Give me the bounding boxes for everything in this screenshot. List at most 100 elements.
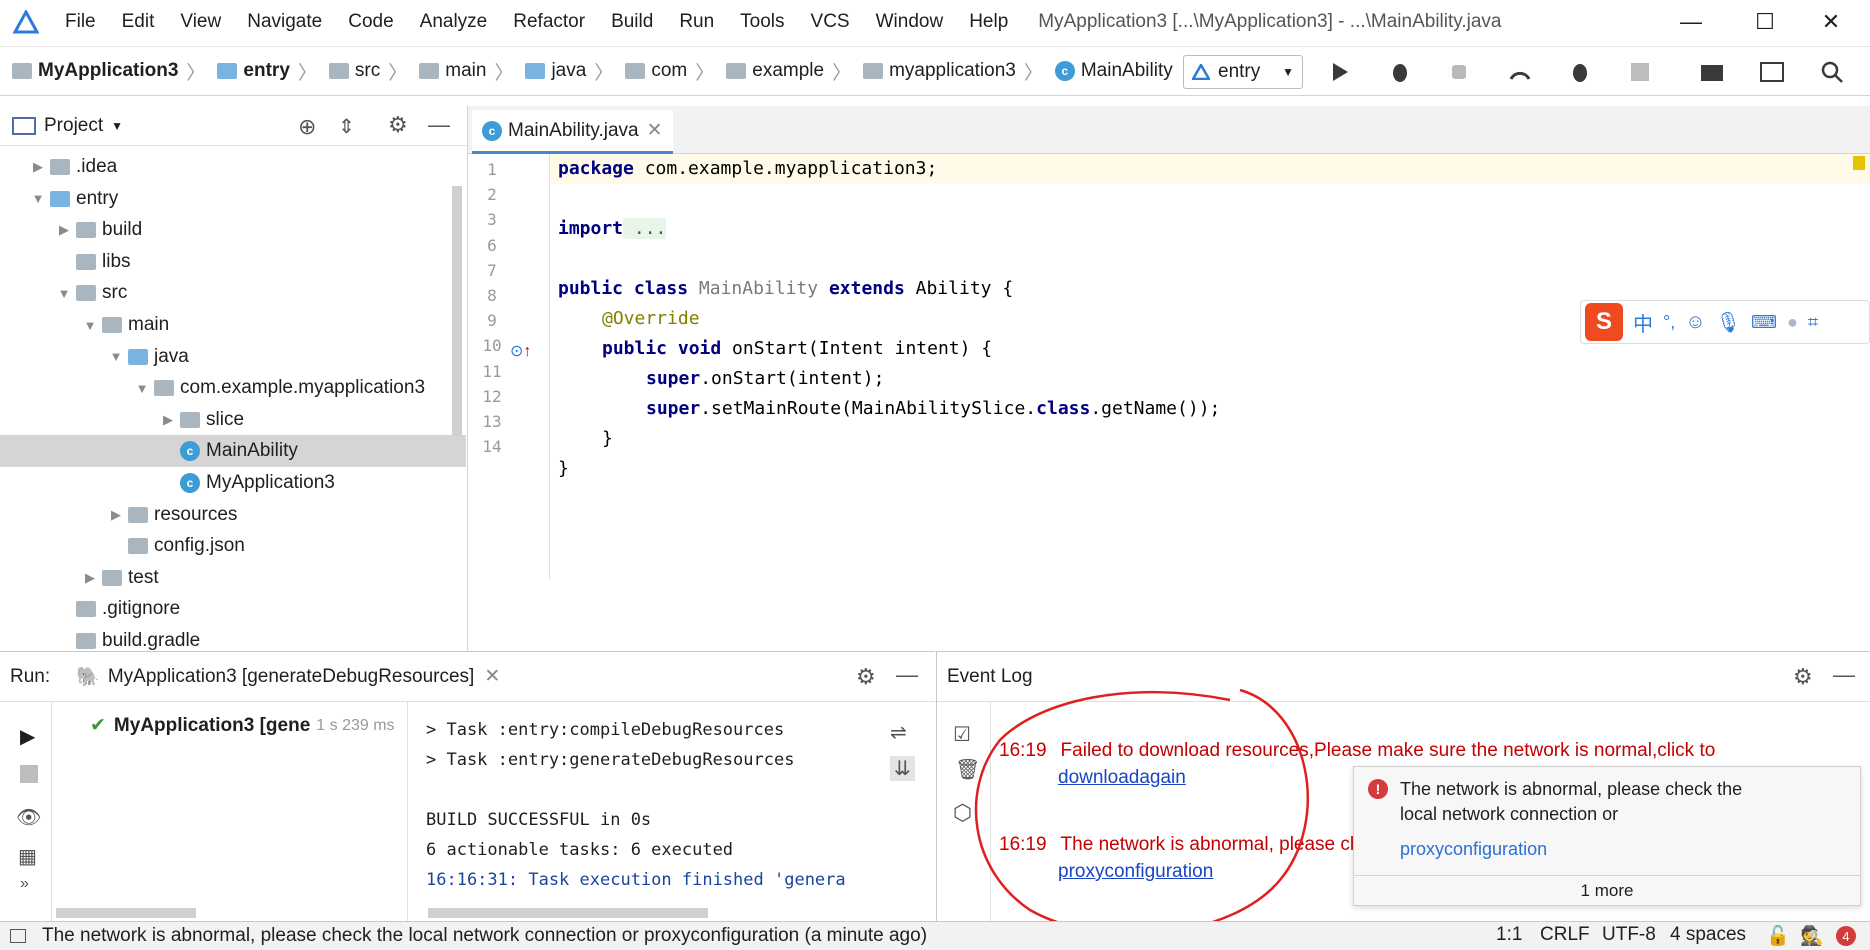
- collapse-all-icon[interactable]: ⇕: [338, 114, 355, 139]
- run-tree-item[interactable]: ✔ MyApplication3 [gene 1 s 239 ms: [90, 714, 430, 737]
- hide-panel-icon[interactable]: —: [428, 112, 450, 138]
- code-line-12[interactable]: }: [602, 428, 613, 449]
- more-icon[interactable]: »: [20, 875, 51, 893]
- override-marker-icon[interactable]: ⊙↑: [510, 341, 531, 361]
- menu-code[interactable]: Code: [335, 11, 406, 33]
- hide-panel-icon[interactable]: —: [896, 662, 918, 688]
- chevron-down-icon[interactable]: ▼: [111, 119, 123, 133]
- tree-item[interactable]: ▶ test: [0, 562, 466, 594]
- status-message[interactable]: The network is abnormal, please check th…: [42, 925, 927, 947]
- code-line-11[interactable]: super.setMainRoute(MainAbilitySlice.clas…: [646, 398, 1220, 419]
- tree-item[interactable]: c MyApplication3: [0, 467, 466, 499]
- device-manager-button[interactable]: [1750, 47, 1794, 97]
- gear-icon[interactable]: ⚙: [1793, 664, 1813, 690]
- ime-mode-indicator[interactable]: 中: [1633, 308, 1653, 337]
- expanded-arrow-icon[interactable]: ▼: [30, 191, 46, 206]
- menu-refactor[interactable]: Refactor: [500, 11, 598, 33]
- tab-mainability[interactable]: c MainAbility.java ✕: [472, 110, 673, 154]
- maximize-button[interactable]: ☐: [1734, 0, 1796, 44]
- code-line-3[interactable]: import ...: [558, 218, 667, 239]
- tree-item[interactable]: config.json: [0, 530, 466, 562]
- collapsed-arrow-icon[interactable]: ▶: [82, 570, 98, 586]
- menu-run[interactable]: Run: [666, 11, 727, 33]
- expanded-arrow-icon[interactable]: ▼: [82, 318, 98, 333]
- debug-button[interactable]: [1378, 47, 1422, 97]
- expanded-arrow-icon[interactable]: ▼: [108, 349, 124, 364]
- search-icon[interactable]: [1810, 47, 1854, 97]
- console-scrollbar[interactable]: [428, 908, 708, 918]
- tree-item[interactable]: libs: [0, 246, 466, 278]
- punctuation-icon[interactable]: °,: [1663, 312, 1675, 333]
- code-line-13[interactable]: }: [558, 458, 569, 479]
- stop-icon[interactable]: [20, 765, 38, 783]
- microphone-icon[interactable]: 🎙: [1716, 310, 1741, 335]
- crop-icon[interactable]: ⌗: [1808, 312, 1818, 333]
- gear-icon[interactable]: ⚙: [388, 112, 408, 138]
- gear-icon[interactable]: ⚙: [856, 664, 876, 690]
- tree-item[interactable]: ▼ com.example.myapplication3: [0, 372, 466, 404]
- menu-window[interactable]: Window: [863, 11, 957, 33]
- attach-debugger-button[interactable]: [1438, 47, 1482, 97]
- expanded-arrow-icon[interactable]: ▼: [56, 286, 72, 301]
- project-view-selector[interactable]: Project: [44, 115, 103, 137]
- code-line-8[interactable]: @Override: [602, 308, 700, 329]
- project-structure-button[interactable]: [1690, 47, 1734, 97]
- tree-item[interactable]: ▶ .idea: [0, 151, 466, 183]
- user-icon[interactable]: ●: [1787, 312, 1798, 333]
- minimize-button[interactable]: —: [1660, 0, 1722, 44]
- tree-item[interactable]: ▶ build: [0, 214, 466, 246]
- rerun-icon[interactable]: ▶: [20, 724, 51, 749]
- close-window-button[interactable]: ✕: [1800, 0, 1862, 44]
- keyboard-icon[interactable]: ⌨: [1751, 312, 1777, 333]
- tree-item[interactable]: ▼ src: [0, 277, 466, 309]
- file-encoding[interactable]: UTF-8: [1602, 924, 1656, 946]
- menu-analyze[interactable]: Analyze: [407, 11, 501, 33]
- collapsed-arrow-icon[interactable]: ▶: [30, 159, 46, 175]
- run-tab[interactable]: MyApplication3 [generateDebugResources]: [108, 666, 475, 688]
- lock-icon[interactable]: 🔓: [1766, 924, 1790, 948]
- menu-file[interactable]: File: [52, 11, 109, 33]
- close-tab-icon[interactable]: ✕: [647, 119, 663, 142]
- tree-item[interactable]: ▼ java: [0, 341, 466, 373]
- expanded-arrow-icon[interactable]: ▼: [134, 381, 150, 396]
- scroll-to-end-icon[interactable]: ⇊: [890, 756, 915, 781]
- layout-icon[interactable]: ▦: [18, 844, 51, 869]
- ime-toolbar[interactable]: S 中 °, ☺ 🎙 ⌨ ● ⌗: [1580, 300, 1870, 344]
- menu-build[interactable]: Build: [598, 11, 666, 33]
- proxyconfiguration-link[interactable]: proxyconfiguration: [1400, 839, 1547, 860]
- collapsed-arrow-icon[interactable]: ▶: [56, 222, 72, 238]
- coverage-button[interactable]: [1558, 47, 1602, 97]
- menu-navigate[interactable]: Navigate: [234, 11, 335, 33]
- inspector-icon[interactable]: 🕵: [1800, 924, 1824, 948]
- hide-panel-icon[interactable]: —: [1833, 662, 1855, 688]
- tree-item[interactable]: ▼ main: [0, 309, 466, 341]
- breadcrumb-entry[interactable]: entry 〉: [217, 58, 317, 85]
- breadcrumb-com[interactable]: com 〉: [625, 58, 714, 85]
- stop-button[interactable]: [1618, 47, 1662, 97]
- inspection-indicator[interactable]: [1853, 156, 1865, 170]
- profile-button[interactable]: [1498, 47, 1542, 97]
- breadcrumb-mainability[interactable]: c MainAbility: [1054, 60, 1173, 82]
- code-line-9[interactable]: public void onStart(Intent intent) {: [602, 338, 992, 359]
- more-notifications-button[interactable]: 1 more: [1354, 875, 1860, 905]
- breadcrumb-myapplication3[interactable]: myapplication3 〉: [863, 58, 1043, 85]
- menu-view[interactable]: View: [167, 11, 234, 33]
- code-line-10[interactable]: super.onStart(intent);: [646, 368, 884, 389]
- collapsed-arrow-icon[interactable]: ▶: [108, 507, 124, 523]
- tree-item[interactable]: c MainAbility: [0, 435, 466, 468]
- indent-setting[interactable]: 4 spaces: [1670, 924, 1746, 946]
- menu-edit[interactable]: Edit: [109, 11, 168, 33]
- close-tab-icon[interactable]: ✕: [484, 665, 500, 688]
- run-config-select[interactable]: entry ▼: [1183, 55, 1303, 89]
- breadcrumb-src[interactable]: src 〉: [328, 58, 407, 85]
- caret-position[interactable]: 1:1: [1496, 924, 1522, 946]
- locate-icon[interactable]: ⊕: [298, 114, 316, 140]
- code-line-7[interactable]: public class MainAbility extends Ability…: [558, 278, 1013, 299]
- tree-item[interactable]: ▶ resources: [0, 499, 466, 531]
- run-button[interactable]: [1318, 47, 1362, 97]
- line-separator[interactable]: CRLF: [1540, 924, 1590, 946]
- error-count-badge[interactable]: 4: [1836, 926, 1856, 946]
- tree-item[interactable]: .gitignore: [0, 593, 466, 625]
- run-console[interactable]: > Task :entry:compileDebugResources > Ta…: [426, 715, 876, 915]
- breadcrumb-java[interactable]: java 〉: [525, 58, 613, 85]
